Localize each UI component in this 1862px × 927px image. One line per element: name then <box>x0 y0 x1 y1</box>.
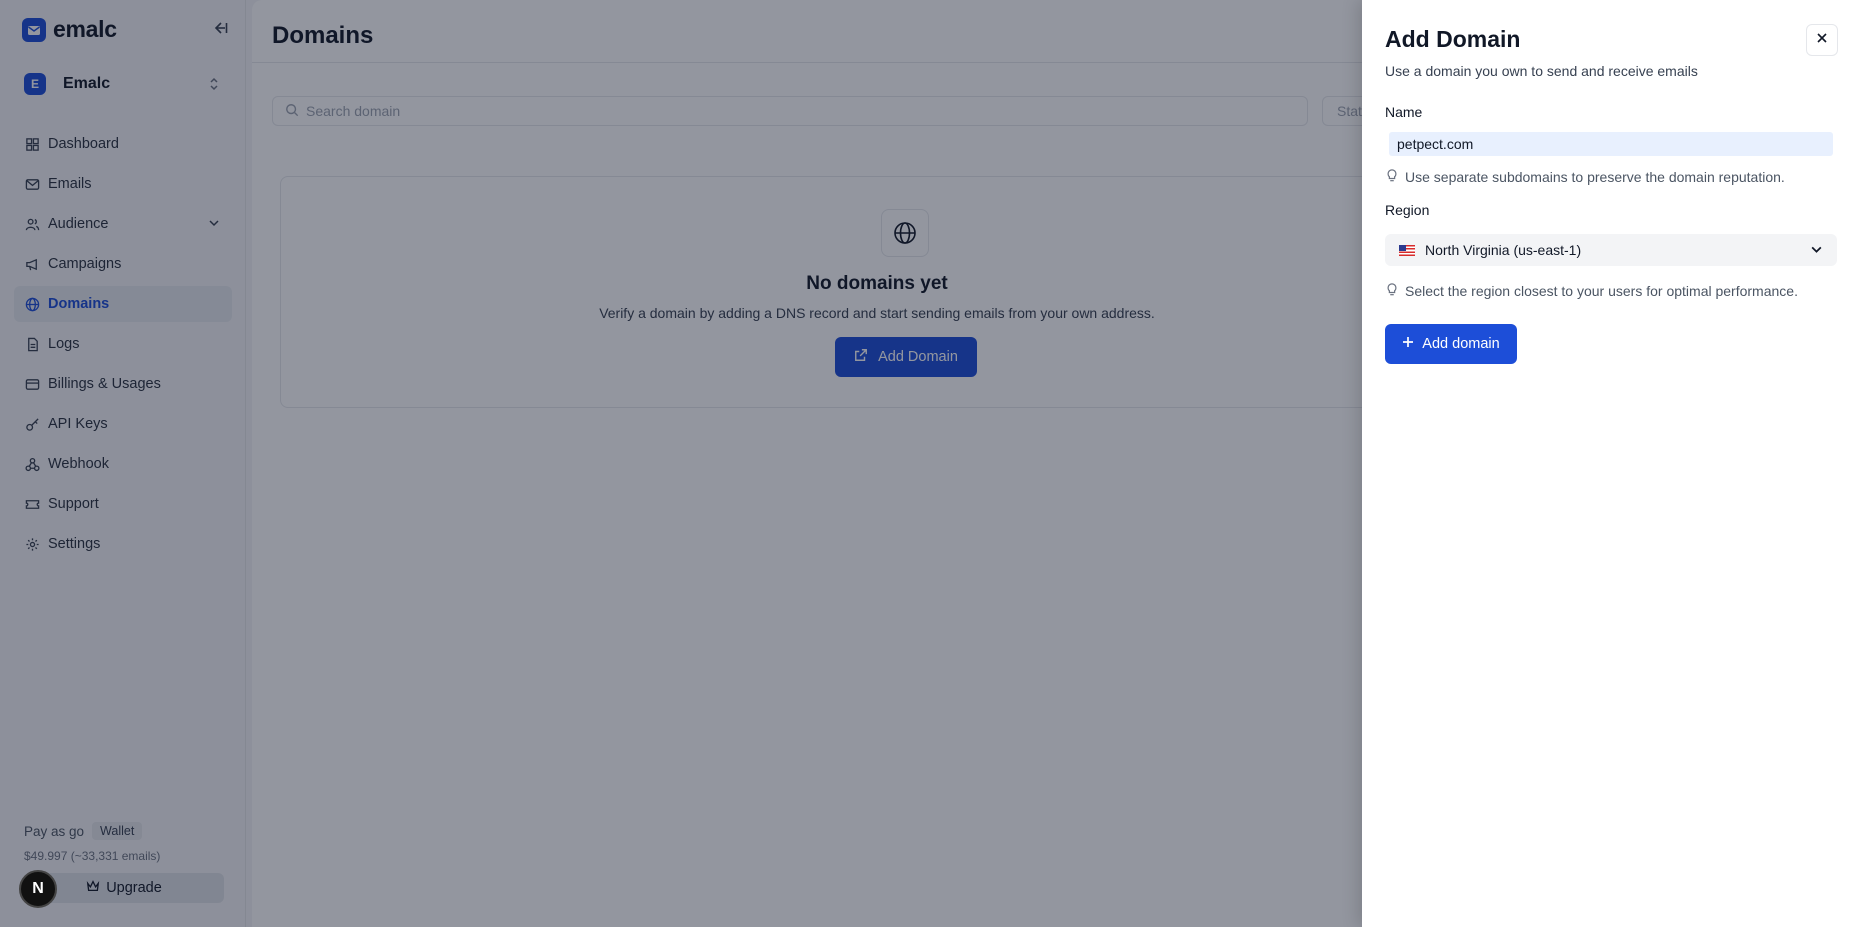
close-button[interactable] <box>1806 24 1838 56</box>
region-value: North Virginia (us-east-1) <box>1425 242 1582 258</box>
domain-name-input[interactable] <box>1385 128 1837 160</box>
lightbulb-icon <box>1385 168 1399 185</box>
region-label: Region <box>1385 202 1430 218</box>
region-hint-text: Select the region closest to your users … <box>1405 282 1798 299</box>
add-domain-submit-button[interactable]: Add domain <box>1385 324 1517 364</box>
region-hint: Select the region closest to your users … <box>1385 282 1798 299</box>
name-label: Name <box>1385 104 1423 120</box>
panel-title: Add Domain <box>1385 26 1521 52</box>
name-hint: Use separate subdomains to preserve the … <box>1385 168 1785 185</box>
add-domain-submit-label: Add domain <box>1422 336 1500 352</box>
lightbulb-icon <box>1385 282 1399 299</box>
n-badge[interactable]: N <box>19 870 57 908</box>
region-select[interactable]: North Virginia (us-east-1) <box>1385 234 1837 266</box>
plus-icon <box>1402 336 1414 352</box>
chevron-down-icon <box>1810 243 1823 259</box>
add-domain-panel: Add Domain Use a domain you own to send … <box>1362 0 1862 927</box>
us-flag-icon <box>1399 244 1415 256</box>
close-icon <box>1816 31 1828 49</box>
name-hint-text: Use separate subdomains to preserve the … <box>1405 168 1785 185</box>
panel-subtitle: Use a domain you own to send and receive… <box>1385 63 1698 79</box>
